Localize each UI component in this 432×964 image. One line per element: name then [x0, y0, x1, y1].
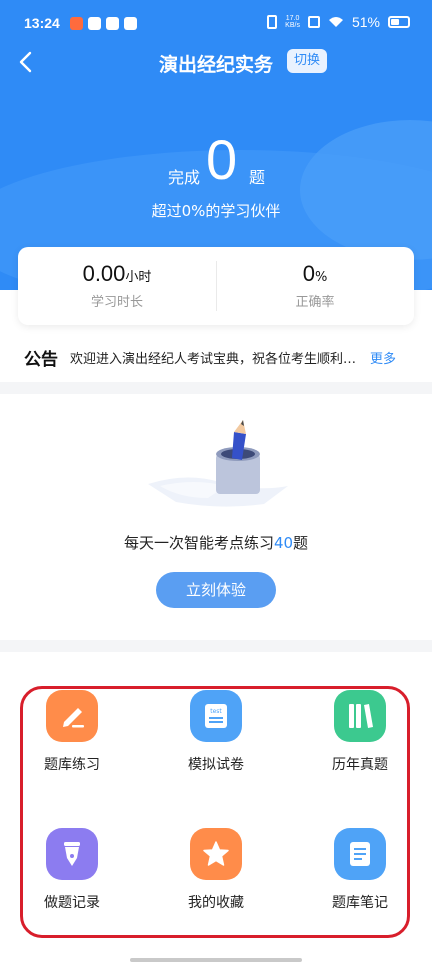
daily-question-count: 40 — [273, 534, 294, 552]
svg-text:test: test — [210, 708, 222, 715]
stats-card: 0.00小时 学习时长 0% 正确率 — [18, 247, 414, 325]
feature-label: 模拟试卷 — [188, 757, 244, 773]
feature-label: 历年真题 — [332, 757, 388, 773]
accuracy-unit: % — [314, 270, 328, 285]
feature-past-exams[interactable]: 历年真题 — [315, 690, 405, 774]
section-divider — [0, 382, 432, 394]
done-suffix: 题 — [249, 168, 266, 187]
status-right: 17.0 KB/s 51% — [267, 14, 410, 30]
announcement-text[interactable]: 欢迎进入演出经纪人考试宝典，祝各位考生顺利通过考试！ — [70, 348, 360, 367]
daily-practice-text: 每天一次智能考点练习40题 — [123, 534, 309, 552]
test-paper-icon: test — [190, 690, 242, 742]
accuracy-label: 正确率 — [295, 295, 335, 310]
wifi-icon — [328, 17, 343, 27]
try-now-button[interactable]: 立刻体验 — [156, 572, 276, 608]
sim-icon — [307, 16, 320, 28]
study-time-unit: 小时 — [125, 270, 152, 285]
feature-question-bank-practice[interactable]: 题库练习 — [27, 690, 117, 774]
ranking-text: 超过0%的学习伙伴 — [151, 202, 281, 220]
network-speed: 17.0 KB/s — [285, 15, 300, 29]
feature-label: 题库笔记 — [332, 895, 388, 911]
app-notification-icon — [70, 17, 83, 30]
switch-subject-button[interactable]: 切换 — [287, 49, 328, 73]
status-bar: 13:24 17.0 KB/s 51% — [0, 0, 432, 44]
announcement-tag: 公告 — [24, 349, 58, 370]
announcement-more-link[interactable]: 更多 — [370, 348, 396, 367]
feature-my-favorites[interactable]: 我的收藏 — [171, 828, 261, 912]
done-prefix: 完成 — [168, 168, 201, 187]
done-count: 0 — [206, 128, 238, 191]
leaf-notification-icon — [124, 17, 137, 30]
nav-bar: 演出经纪实务 切换 — [0, 44, 432, 80]
accuracy-value: 0 — [302, 261, 315, 286]
battery-icon — [388, 16, 410, 28]
feature-label: 做题记录 — [44, 895, 100, 911]
battery-percent: 51% — [351, 14, 380, 30]
study-time-value: 0.00 — [82, 261, 126, 286]
accuracy-stat: 0% 正确率 — [216, 247, 414, 325]
star-icon — [190, 828, 242, 880]
pencil-edit-icon — [46, 690, 98, 742]
study-time-label: 学习时长 — [90, 295, 143, 310]
page-title: 演出经纪实务 — [158, 54, 273, 76]
feature-question-notes[interactable]: 题库笔记 — [315, 828, 405, 912]
notification-icons — [70, 17, 137, 30]
announcement-bar[interactable]: 公告 欢迎进入演出经纪人考试宝典，祝各位考生顺利通过考试！ 更多 — [0, 335, 432, 379]
feature-label: 我的收藏 — [188, 895, 244, 911]
mail-notification-icon — [88, 17, 101, 30]
done-count-summary: 完成 0 题 — [0, 128, 432, 192]
status-time: 13:24 — [24, 15, 60, 31]
feature-label: 题库练习 — [44, 757, 100, 773]
daily-practice-section: 每天一次智能考点练习40题 立刻体验 — [0, 394, 432, 640]
section-divider — [0, 640, 432, 652]
home-indicator[interactable] — [130, 958, 302, 962]
study-time-stat: 0.00小时 学习时长 — [18, 247, 216, 325]
pencil-cup-illustration — [148, 420, 288, 507]
box-notification-icon — [106, 17, 119, 30]
note-icon — [334, 828, 386, 880]
feature-practice-record[interactable]: 做题记录 — [27, 828, 117, 912]
feature-mock-exam[interactable]: test 模拟试卷 — [171, 690, 261, 774]
fountain-pen-icon — [46, 828, 98, 880]
vibrate-icon — [267, 15, 278, 29]
books-icon — [334, 690, 386, 742]
